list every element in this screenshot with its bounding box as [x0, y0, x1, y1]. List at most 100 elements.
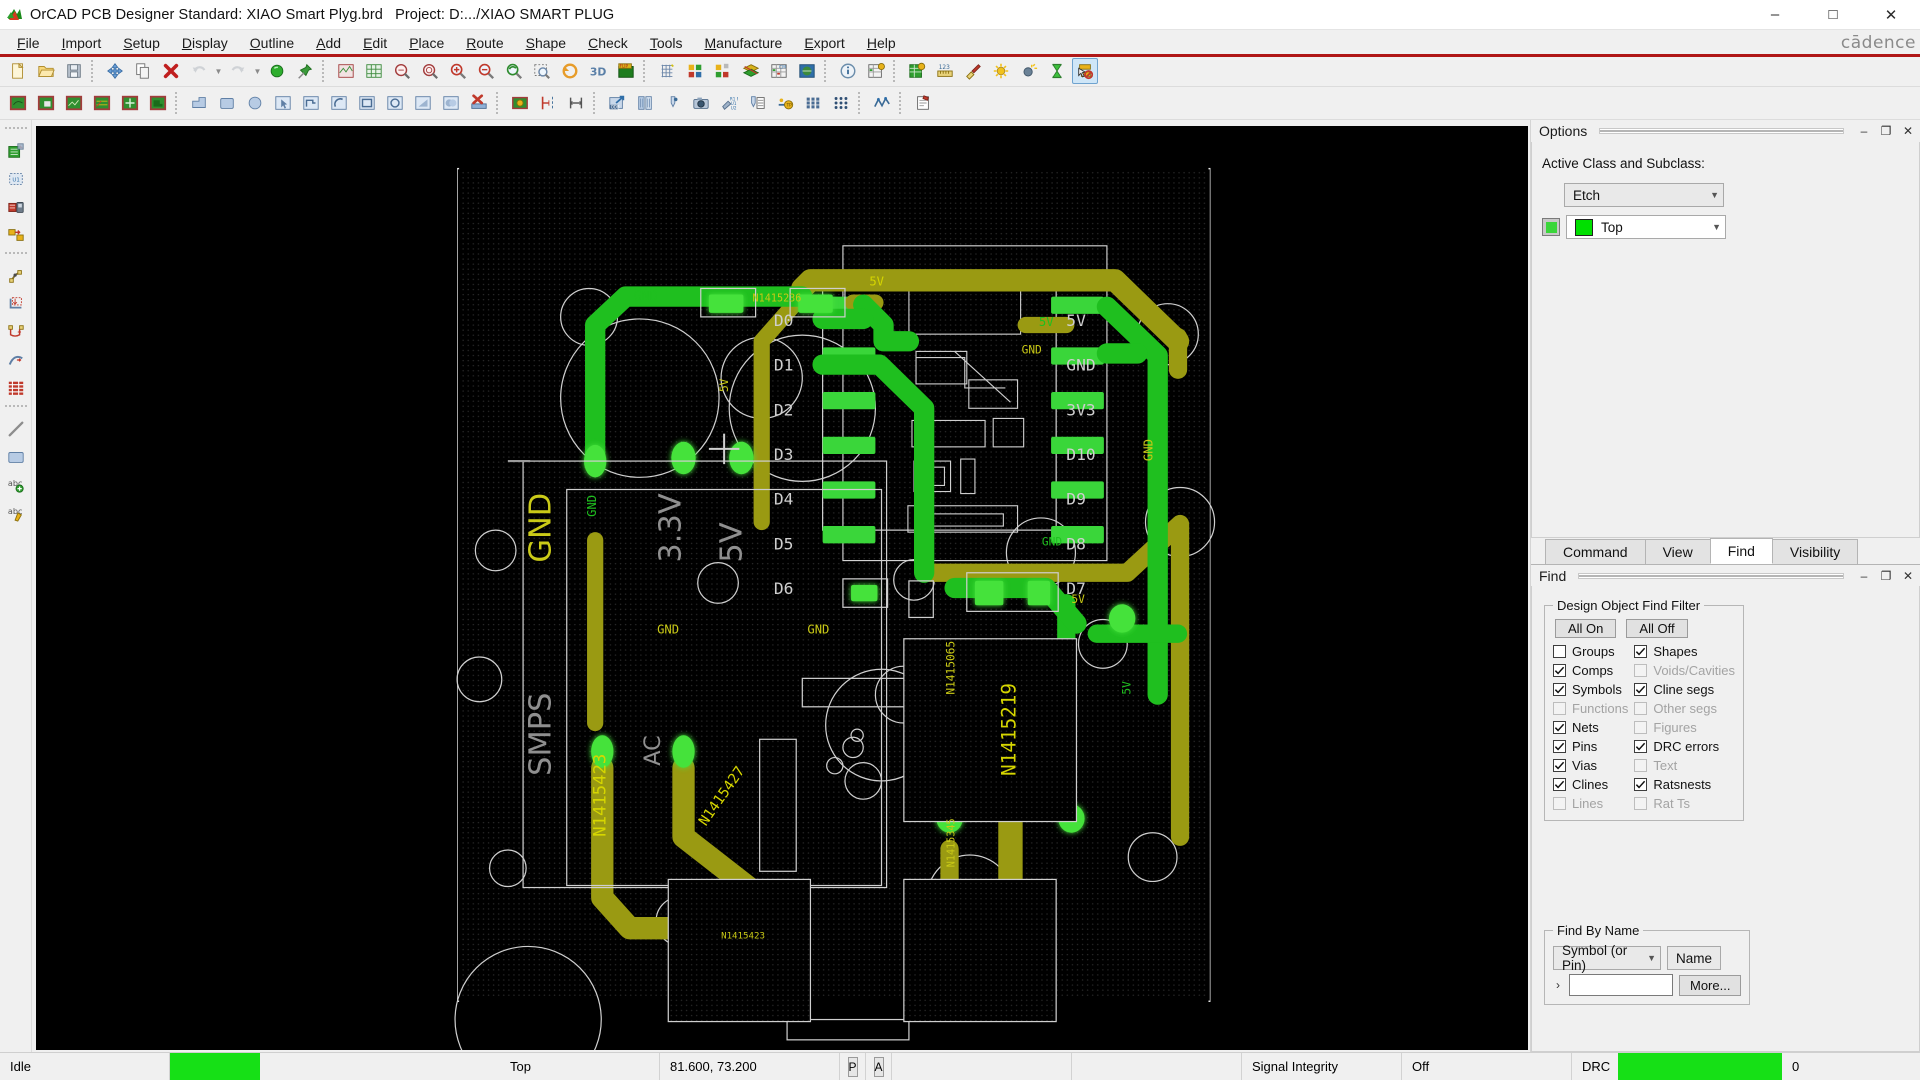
pcb-design-canvas[interactable]: GND N1415236 5V GND 5V N1415065 GND GND …	[36, 126, 1528, 1050]
grid-toggle-icon[interactable]	[654, 58, 680, 84]
subclass-visibility-icon[interactable]	[710, 58, 736, 84]
menu-item-edit[interactable]: Edit	[352, 32, 398, 54]
place-manual-icon[interactable]	[3, 138, 29, 164]
find-float-icon[interactable]: ❐	[1878, 568, 1894, 584]
find-filter-ratsnests[interactable]: Ratsnests	[1634, 775, 1735, 793]
refresh-icon[interactable]	[557, 58, 583, 84]
shape-arc-icon[interactable]	[326, 90, 352, 116]
shape-void-icon[interactable]	[410, 90, 436, 116]
shadow-on-icon[interactable]	[988, 58, 1014, 84]
find-minimize-icon[interactable]: –	[1856, 568, 1872, 584]
quickplace-icon[interactable]: U1	[3, 166, 29, 192]
menu-item-add[interactable]: Add	[305, 32, 352, 54]
shape-delete-icon[interactable]	[466, 90, 492, 116]
shadow-off-icon[interactable]	[1016, 58, 1042, 84]
find-filter-symbols[interactable]: Symbols	[1553, 680, 1628, 698]
delete-icon[interactable]	[158, 58, 184, 84]
options-float-icon[interactable]: ❐	[1878, 123, 1894, 139]
color-palette-icon[interactable]	[682, 58, 708, 84]
ncdrill-icon[interactable]	[660, 90, 686, 116]
via-keepout-icon[interactable]	[117, 90, 143, 116]
options-minimize-icon[interactable]: –	[1856, 123, 1872, 139]
expander-icon[interactable]: ›	[1553, 978, 1563, 992]
subclass-visibility-swatch[interactable]	[1542, 218, 1560, 236]
tab-visibility[interactable]: Visibility	[1772, 539, 1858, 564]
custom-smooth-icon[interactable]	[3, 347, 29, 373]
draw-rect-icon[interactable]	[214, 90, 240, 116]
silkscreen-icon[interactable]: R1 R2U1U2	[716, 90, 742, 116]
tab-command[interactable]: Command	[1545, 539, 1646, 564]
all-on-button[interactable]: All On	[1555, 619, 1616, 638]
chevron-down-icon[interactable]: ▼	[252, 59, 263, 83]
save-icon[interactable]	[61, 58, 87, 84]
menu-item-export[interactable]: Export	[793, 32, 855, 54]
menu-item-route[interactable]: Route	[455, 32, 514, 54]
menu-item-manufacture[interactable]: Manufacture	[694, 32, 794, 54]
active-subclass-select[interactable]: Top ▼	[1566, 215, 1726, 239]
panel-array-icon[interactable]	[828, 90, 854, 116]
dimension-leader-icon[interactable]	[535, 90, 561, 116]
spread-between-voids-icon[interactable]	[3, 375, 29, 401]
menu-item-place[interactable]: Place	[398, 32, 455, 54]
add-line-icon[interactable]	[3, 416, 29, 442]
chevron-down-icon[interactable]: ▼	[213, 59, 224, 83]
tab-view[interactable]: View	[1645, 539, 1711, 564]
menu-item-shape[interactable]: Shape	[515, 32, 578, 54]
add-connect-icon[interactable]	[3, 263, 29, 289]
menu-item-check[interactable]: Check	[577, 32, 639, 54]
tab-find[interactable]: Find	[1710, 538, 1773, 564]
testpoint-icon[interactable]: TP	[772, 90, 798, 116]
find-filter-comps[interactable]: Comps	[1553, 661, 1628, 679]
zoom-out-icon[interactable]	[473, 58, 499, 84]
active-class-select[interactable]: Etch ▼	[1564, 183, 1724, 207]
menu-item-setup[interactable]: Setup	[112, 32, 171, 54]
find-filter-clines[interactable]: Clines	[1553, 775, 1628, 793]
move-icon[interactable]	[102, 58, 128, 84]
swap-components-icon[interactable]	[3, 222, 29, 248]
zoom-selection-icon[interactable]	[529, 58, 555, 84]
zoom-fit-icon[interactable]	[333, 58, 359, 84]
drawing-format-icon[interactable]	[507, 90, 533, 116]
zoom-world-icon[interactable]	[417, 58, 443, 84]
three-d-view-icon[interactable]: 3D	[585, 58, 611, 84]
delay-tune-icon[interactable]	[3, 319, 29, 345]
shape-circle-icon[interactable]	[382, 90, 408, 116]
close-button[interactable]: ✕	[1862, 0, 1920, 30]
menu-item-outline[interactable]: Outline	[239, 32, 305, 54]
find-object-type-select[interactable]: Symbol (or Pin) ▼	[1553, 946, 1661, 970]
pin-icon[interactable]	[292, 58, 318, 84]
artwork-film-icon[interactable]	[632, 90, 658, 116]
find-filter-pins[interactable]: Pins	[1553, 737, 1628, 755]
find-close-icon[interactable]: ✕	[1900, 568, 1916, 584]
signal-analysis-icon[interactable]	[869, 90, 895, 116]
zoom-previous-icon[interactable]	[501, 58, 527, 84]
dimension-linear-icon[interactable]	[563, 90, 589, 116]
layer-stack-icon[interactable]	[738, 58, 764, 84]
net-highlight-icon[interactable]	[264, 58, 290, 84]
photoplot-icon[interactable]	[688, 90, 714, 116]
status-angle-mode[interactable]: A	[866, 1053, 892, 1080]
hourglass-icon[interactable]	[1044, 58, 1070, 84]
find-name-mode-select[interactable]: Name ▼	[1667, 946, 1721, 970]
package-keepout-icon[interactable]	[145, 90, 171, 116]
slide-icon[interactable]	[3, 291, 29, 317]
new-file-icon[interactable]	[5, 58, 31, 84]
find-filter-groups[interactable]: Groups	[1553, 642, 1628, 660]
element-info-icon[interactable]	[904, 58, 930, 84]
zoom-by-points-icon[interactable]	[389, 58, 415, 84]
thieving-icon[interactable]	[800, 90, 826, 116]
edit-text-icon[interactable]: abc	[3, 500, 29, 526]
find-filter-drc-errors[interactable]: DRC errors	[1634, 737, 1735, 755]
add-rect-icon[interactable]	[3, 444, 29, 470]
odb-export-icon[interactable]: ODB	[604, 90, 630, 116]
pcb-layout-drawing[interactable]: GND N1415236 5V GND 5V N1415065 GND GND …	[36, 126, 1528, 1050]
route-keepin-icon[interactable]	[61, 90, 87, 116]
add-text-icon[interactable]: abc	[3, 472, 29, 498]
status-pick-mode[interactable]: P	[840, 1053, 866, 1080]
options-pane-grip[interactable]	[1599, 128, 1844, 134]
route-keepout-icon[interactable]	[89, 90, 115, 116]
design-outline-icon[interactable]	[5, 90, 31, 116]
shape-merge-icon[interactable]	[438, 90, 464, 116]
grid-view-icon[interactable]	[361, 58, 387, 84]
report-icon[interactable]	[910, 90, 936, 116]
